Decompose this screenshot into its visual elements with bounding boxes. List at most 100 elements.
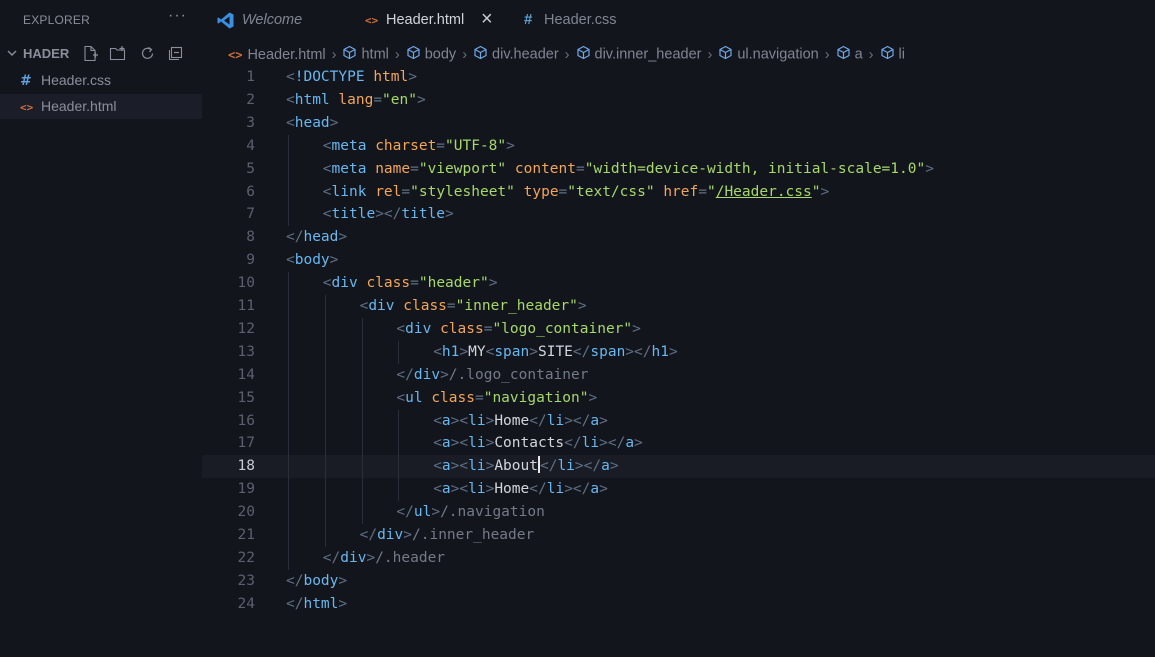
code-token: ul [413,504,432,521]
code-editor[interactable]: 1 <!DOCTYPE html> 2 <html lang="en"> 3 <head>… [202,66,1155,657]
code-token: = [558,183,568,200]
refresh-icon[interactable] [139,45,156,67]
code-token: < [322,206,332,223]
code-token: > [338,595,348,612]
new-file-icon[interactable] [82,45,99,67]
symbol-element-icon [576,45,591,64]
code-line[interactable]: 18 <a><li>About </li></a> [202,455,1155,479]
code-token: "inner_header" [455,298,578,314]
code-line[interactable]: 19 <a><li>Home</li></a> [202,478,1155,502]
line-number: 3 [246,114,255,131]
collapse-all-icon[interactable] [167,45,184,67]
code-token: "en" [382,91,417,108]
code-line[interactable]: 2 <html lang="en"> [202,89,1155,112]
new-folder-icon[interactable] [109,45,128,67]
code-line[interactable]: 15 <ul class="navigation"> [202,386,1155,410]
code-token: div [413,366,441,383]
line-number: 16 [237,412,255,429]
breadcrumb-item[interactable]: li [880,45,905,64]
code-line[interactable]: 6 <link rel="stylesheet" type="text/css" … [202,180,1155,204]
indent-guide [288,478,289,502]
code-text: <h1>MY<span>SITE</span></h1> [433,341,678,364]
code-token: < [322,160,332,177]
breadcrumb-item[interactable]: <> Header.html [228,47,326,63]
tab-welcome[interactable]: Welcome [214,0,364,40]
code-line[interactable]: 20 </ul>/.navigation [202,501,1155,525]
folder-header[interactable]: HADER [0,43,202,65]
code-line[interactable]: 13 <h1>MY<span>SITE</span></h1> [202,340,1155,364]
code-token: ></ [625,343,652,360]
code-line[interactable]: 7 <title></title> [202,203,1155,227]
code-line[interactable]: 16 <a><li>Home</li></a> [202,409,1155,433]
line-number: 15 [237,389,255,406]
indent-guide [398,432,400,456]
line-number: 11 [237,298,255,314]
breadcrumb-item[interactable]: a [836,45,863,64]
code-token: > [668,343,678,360]
breadcrumb-item[interactable]: html [342,45,389,64]
code-line[interactable]: 22 </div>/.header [202,546,1155,570]
indent-guide [324,409,326,433]
breadcrumb-separator-icon: › [824,46,830,63]
indent-guide [324,363,326,387]
code-line[interactable]: 4 <meta charset="UTF-8"> [202,134,1155,158]
code-line[interactable]: 21 </div>/.inner_header [202,524,1155,547]
code-token: < [433,458,442,475]
html-file-icon: <> [365,14,379,27]
code-token: > [632,320,641,337]
code-line[interactable]: 17 <a><li>Contacts</li></a> [202,432,1155,456]
code-line[interactable]: 23 </body> [202,570,1155,593]
code-token: ul [405,389,423,406]
code-token: > [599,412,608,429]
file-label: Header.css [41,72,112,88]
code-text: </div>/.inner_header [360,524,535,547]
code-token: !DOCTYPE [294,69,365,85]
explorer-title: EXPLORER [23,13,90,27]
html-file-icon: <> [20,101,34,114]
code-token: h1 [441,343,460,360]
breadcrumb-item[interactable]: body [406,45,456,64]
code-token: >< [450,458,469,475]
code-line[interactable]: 5 <meta name="viewport" content="width=de… [202,157,1155,181]
line-number: 13 [237,343,255,360]
code-line[interactable]: 14 </div>/.logo_container [202,363,1155,387]
code-token: rel [375,183,402,200]
indent-guide [288,157,289,181]
code-line[interactable]: 3 <head> [202,112,1155,135]
code-line[interactable]: 8 </head> [202,226,1155,249]
file-item-header-css[interactable]: # Header.css [0,68,202,93]
code-token: "logo_container" [492,320,633,337]
breadcrumb-item[interactable]: div.header [473,45,559,64]
file-item-header-html[interactable]: <> Header.html [0,94,202,119]
code-token: "navigation" [483,389,589,406]
code-token: ></ [564,412,591,429]
code-text: </div>/.header [323,547,445,570]
code-token: </ [359,527,378,543]
code-line[interactable]: 24 </html> [202,593,1155,616]
code-token: /.navigation [440,504,545,521]
code-text: <a><li>Home</li></a> [433,410,608,433]
tab-header-css[interactable]: # Header.css [520,0,650,40]
tab-header-html[interactable]: <> Header.html × [362,0,512,40]
more-actions-icon[interactable]: ··· [168,7,187,25]
indent-guide [324,501,326,525]
code-line[interactable]: 9 <body> [202,249,1155,272]
code-token: </ [564,435,582,452]
chevron-down-icon[interactable] [6,46,18,64]
code-line[interactable]: 1 <!DOCTYPE html> [202,66,1155,89]
breadcrumb-item[interactable]: ul.navigation [718,45,819,64]
code-line[interactable]: 10 <div class="header"> [202,272,1155,296]
code-token: li [468,458,486,475]
indent-guide [288,134,289,158]
code-text: <a><li>Contacts</li></a> [433,432,643,455]
close-icon[interactable]: × [481,8,493,31]
breadcrumb-item[interactable]: div.inner_header [576,45,701,64]
code-token: < [396,389,406,406]
code-token: </ [322,549,341,566]
code-line[interactable]: 11 <div class="inner_header"> [202,295,1155,318]
indent-guide [361,432,363,456]
indent-guide [398,340,400,364]
code-token: > [403,527,412,543]
code-line[interactable]: 12 <div class="logo_container"> [202,317,1155,341]
